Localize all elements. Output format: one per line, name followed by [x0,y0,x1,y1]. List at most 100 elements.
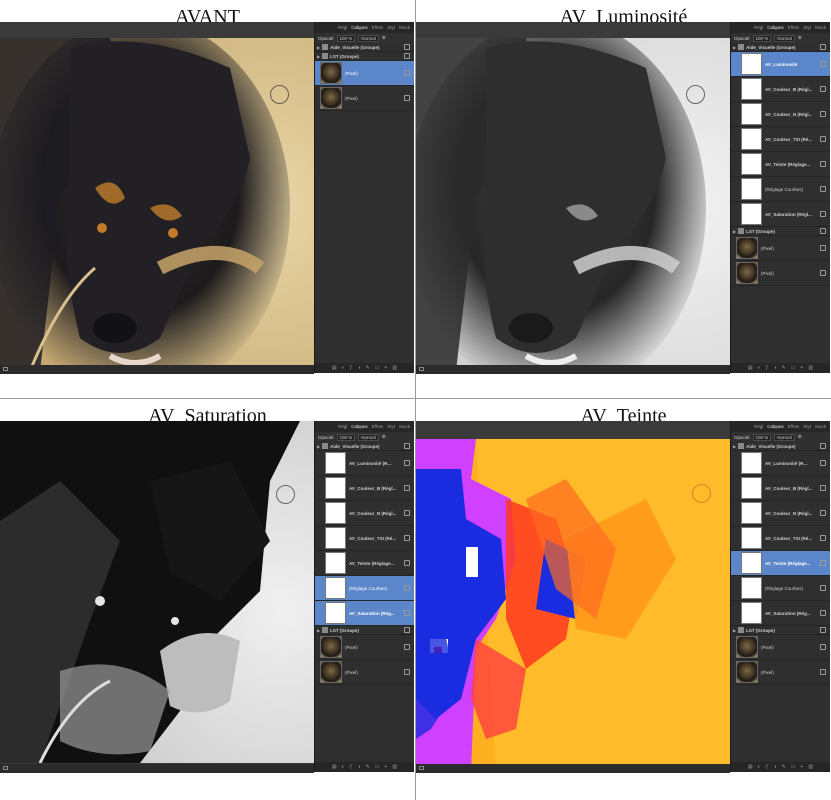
layer-row[interactable]: (Pixel) [315,86,414,111]
layer-row[interactable]: ▶ Aide_Visuelle (Groupe) [731,442,830,451]
tab-calques[interactable]: Calques [351,421,368,432]
layer-row[interactable]: ▶ Aide_Visuelle (Groupe) [315,442,414,451]
layer-row[interactable]: AV_Luminosité (R... [731,451,830,476]
layer-row[interactable]: (Pixel) [315,61,414,86]
visibility-checkbox[interactable] [820,111,826,117]
layer-row[interactable]: AV_Couleur_B (Régl... [731,77,830,102]
layer-row[interactable]: AV_Couleur_N (Régl... [731,501,830,526]
visibility-checkbox[interactable] [820,627,826,633]
layer-row[interactable]: (Pixel) [731,236,830,261]
folder-icon[interactable]: ▭ [375,365,380,371]
layer-row[interactable]: AV_Teinte (Réglage... [315,551,414,576]
visibility-checkbox[interactable] [820,44,826,50]
add-icon[interactable]: + [384,764,387,770]
visibility-checkbox[interactable] [820,270,826,276]
layer-row[interactable]: (Réglage Courbes) [315,576,414,601]
visibility-checkbox[interactable] [820,245,826,251]
folder-icon[interactable]: ▭ [791,365,796,371]
layer-row[interactable]: AV_Luminosité [731,52,830,77]
visibility-checkbox[interactable] [820,86,826,92]
tab-styl[interactable]: Styl [387,22,395,33]
folder-icon[interactable]: ▭ [791,764,796,770]
tab-regl[interactable]: Régl [338,421,347,432]
layers-icon[interactable]: ▤ [332,764,337,770]
trash-icon[interactable]: ▥ [808,365,813,371]
expand-arrow-icon[interactable]: ▶ [317,444,320,449]
adjustment-icon[interactable]: ◑ [773,365,776,371]
visibility-checkbox[interactable] [404,669,410,675]
visibility-checkbox[interactable] [820,161,826,167]
visibility-checkbox[interactable] [820,228,826,234]
layer-row[interactable]: (Pixel) [731,261,830,286]
layer-row[interactable]: AV_Saturation (Rég... [315,601,414,626]
mask-icon[interactable]: ◐ [758,365,761,371]
tab-regl[interactable]: Régl [338,22,347,33]
tab-styl[interactable]: Styl [803,421,811,432]
visibility-checkbox[interactable] [404,585,410,591]
layers-icon[interactable]: ▤ [332,365,337,371]
visibility-checkbox[interactable] [820,510,826,516]
tab-effets[interactable]: Effets [372,22,383,33]
blend-mode-select[interactable]: Normal [358,433,379,441]
expand-arrow-icon[interactable]: ▶ [317,628,320,633]
image-canvas[interactable] [0,38,314,371]
layer-row[interactable]: ▶ Aide_Visuelle (Groupe) [315,43,414,52]
layer-row[interactable]: AV_Couleur_B (Régl... [731,476,830,501]
visibility-checkbox[interactable] [404,644,410,650]
tab-calques[interactable]: Calques [351,22,368,33]
fx-icon[interactable]: ƒ [350,764,353,770]
expand-arrow-icon[interactable]: ▶ [317,54,320,59]
settings-icon[interactable]: ⚙ [798,35,802,41]
visibility-checkbox[interactable] [404,485,410,491]
image-canvas[interactable] [416,38,730,371]
visibility-checkbox[interactable] [404,44,410,50]
image-canvas[interactable] [416,439,730,772]
fx-icon[interactable]: ƒ [766,365,769,371]
tab-stock[interactable]: Stock [399,22,410,33]
opacity-field[interactable]: 100 % [336,34,356,42]
opacity-field[interactable]: 100 % [752,433,772,441]
opacity-field[interactable]: 100 % [752,34,772,42]
visibility-checkbox[interactable] [820,610,826,616]
visibility-checkbox[interactable] [404,443,410,449]
layer-row[interactable]: AV_Luminosité (R... [315,451,414,476]
settings-icon[interactable]: ⚙ [382,434,386,440]
layer-row[interactable]: (Pixel) [731,660,830,685]
layer-row[interactable]: (Pixel) [731,635,830,660]
visibility-checkbox[interactable] [820,186,826,192]
visibility-checkbox[interactable] [820,460,826,466]
visibility-checkbox[interactable] [404,627,410,633]
visibility-checkbox[interactable] [820,669,826,675]
tab-effets[interactable]: Effets [788,421,799,432]
opacity-field[interactable]: 100 % [336,433,356,441]
visibility-checkbox[interactable] [404,53,410,59]
expand-arrow-icon[interactable]: ▶ [733,628,736,633]
folder-icon[interactable]: ▭ [375,764,380,770]
visibility-checkbox[interactable] [820,211,826,217]
visibility-checkbox[interactable] [820,535,826,541]
tab-calques[interactable]: Calques [767,22,784,33]
image-canvas[interactable] [0,421,314,763]
visibility-checkbox[interactable] [820,443,826,449]
visibility-checkbox[interactable] [820,585,826,591]
trash-icon[interactable]: ▥ [392,764,397,770]
layer-row[interactable]: AV_Couleur_TSI (Ré... [315,526,414,551]
layer-row[interactable]: ▶ LST (Groupe) [731,227,830,236]
visibility-checkbox[interactable] [820,61,826,67]
layer-row[interactable]: ▶ LST (Groupe) [731,626,830,635]
visibility-checkbox[interactable] [404,460,410,466]
fx-icon[interactable]: ƒ [350,365,353,371]
visibility-checkbox[interactable] [404,560,410,566]
mask-icon[interactable]: ◐ [758,764,761,770]
tab-calques[interactable]: Calques [767,421,784,432]
layer-row[interactable]: (Réglage Courbes) [731,177,830,202]
layer-row[interactable]: AV_Couleur_N (Régl... [315,501,414,526]
layer-row[interactable]: AV_Saturation (Rég... [731,601,830,626]
tab-regl[interactable]: Régl [754,421,763,432]
tab-stock[interactable]: Stock [399,421,410,432]
layer-row[interactable]: AV_Couleur_B (Régl... [315,476,414,501]
mask-icon[interactable]: ◐ [342,365,345,371]
blend-mode-select[interactable]: Normal [774,433,795,441]
layer-row[interactable]: AV_Teinte (Réglage... [731,152,830,177]
expand-arrow-icon[interactable]: ▶ [733,45,736,50]
